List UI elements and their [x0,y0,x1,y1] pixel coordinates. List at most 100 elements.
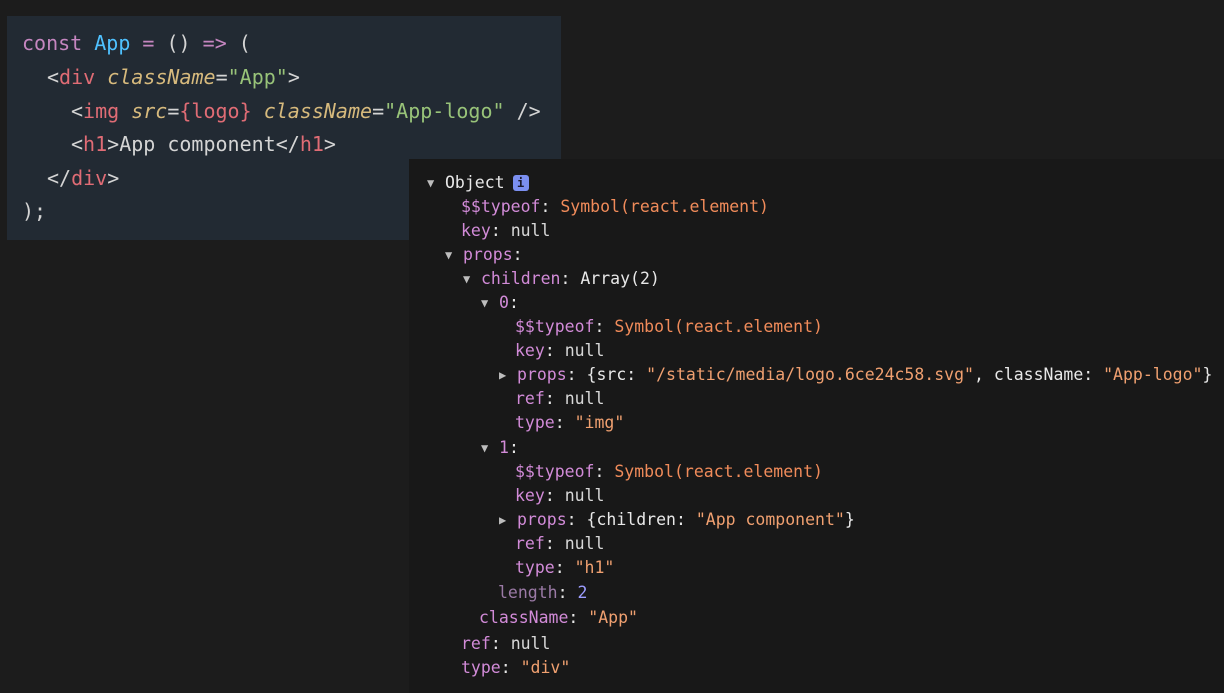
code-identifier: App [94,31,131,55]
prop-value: null [564,389,605,408]
code-string: "App-logo" [384,99,505,123]
prop-value: "h1" [574,558,615,577]
caret-down-icon[interactable]: ▼ [445,244,463,266]
root-label: Object [445,173,505,192]
prop-value: Array(2) [580,269,660,288]
array-index: 0 [499,293,509,312]
tree-row-classname: className: "App" [479,608,638,627]
prop-key: className [479,608,569,627]
code-punc: </ [47,166,72,190]
tree-row-type: type: "h1" [515,558,615,577]
tree-row-root[interactable]: ▼ Object i [427,172,529,194]
code-line-3: <img src={logo} className="App-logo" /> [71,99,541,123]
prop-value: null [510,221,551,240]
code-punc: < [71,132,84,156]
prop-key: props [517,510,567,529]
tree-row-key: key: null [515,341,605,360]
array-index: 1 [499,438,509,457]
prop-key: ref [515,389,545,408]
code-operator: = [130,31,167,55]
console-object-inspector: ▼ Object i $$typeof: Symbol(react.element)… [409,159,1224,693]
tree-row-ref: ref: null [515,389,605,408]
code-punc: < [71,99,84,123]
prop-key: type [515,413,555,432]
code-args: () [166,31,191,55]
tree-row-type: type: "div" [461,658,571,677]
code-string: "App" [227,65,288,89]
tree-row-children[interactable]: ▼ children: Array(2) [463,268,660,290]
prop-value: {src: [586,365,647,384]
code-line-1: const App = () => ( [22,31,251,55]
code-punc: > [107,166,120,190]
tree-row-props[interactable]: ▼ props: [445,244,523,266]
prop-value: Symbol(react.element) [614,462,823,481]
code-line-5: </div> [47,166,119,190]
tree-row-h1-props[interactable]: ▶ props: {children: "App component"} [499,509,855,531]
code-punc: > [287,65,300,89]
tree-row-key: key: null [515,486,605,505]
prop-value: "div" [520,658,571,677]
tree-row-length: length: 2 [498,583,588,602]
code-punc: = [167,99,180,123]
prop-key: length [498,583,558,602]
prop-value: "App" [588,608,638,627]
code-punc: ); [22,199,47,223]
tree-row-type: type: "img" [515,413,625,432]
caret-down-icon[interactable]: ▼ [481,437,499,459]
caret-down-icon[interactable]: ▼ [427,172,445,194]
tree-row-typeof: $$typeof: Symbol(react.element) [461,197,769,216]
code-keyword: const [22,31,83,55]
tree-row-img-props[interactable]: ▶ props: {src: "/static/media/logo.6ce24c… [499,364,1212,386]
prop-value: } [844,510,855,529]
code-punc: < [47,65,60,89]
tree-row-ref: ref: null [515,534,605,553]
prop-key: children [481,269,561,288]
code-punc: > [107,132,120,156]
prop-value: 2 [577,583,588,602]
prop-key: ref [461,634,491,653]
prop-key: type [461,658,501,677]
prop-key: key [461,221,491,240]
prop-key: type [515,558,555,577]
prop-value: {children: [586,510,696,529]
code-line-2: <div className="App"> [47,65,300,89]
code-attr: className [263,99,373,123]
code-tag: img [83,99,120,123]
prop-key: key [515,341,545,360]
prop-key: key [515,486,545,505]
code-paren: ( [238,31,251,55]
code-tag: h1 [299,132,324,156]
caret-down-icon[interactable]: ▼ [481,292,499,314]
code-expression: {logo} [179,99,252,123]
code-attr: className [107,65,216,89]
code-punc: = [372,99,385,123]
tree-row-index-0[interactable]: ▼ 0: [481,292,519,314]
prop-value: "/static/media/logo.6ce24c58.svg" [646,365,974,384]
code-tag: h1 [83,132,108,156]
caret-right-icon[interactable]: ▶ [499,509,517,531]
code-attr: src [131,99,168,123]
code-punc: > [323,132,336,156]
code-punc: </ [275,132,300,156]
prop-value: Symbol(react.element) [614,317,823,336]
caret-right-icon[interactable]: ▶ [499,364,517,386]
prop-value: null [564,341,605,360]
tree-row-typeof: $$typeof: Symbol(react.element) [515,317,823,336]
prop-value: null [564,486,605,505]
code-tag: div [59,65,96,89]
prop-value: Symbol(react.element) [560,197,769,216]
prop-value: "App-logo" [1103,365,1203,384]
prop-key: $$typeof [515,317,595,336]
prop-key: $$typeof [515,462,595,481]
prop-key: props [517,365,567,384]
code-line-6: ); [22,199,46,223]
prop-value: , className: [973,365,1104,384]
code-tag: div [71,166,108,190]
info-icon[interactable]: i [512,175,529,191]
tree-row-index-1[interactable]: ▼ 1: [481,437,519,459]
tree-row-typeof: $$typeof: Symbol(react.element) [515,462,823,481]
caret-down-icon[interactable]: ▼ [463,268,481,290]
tree-row-key: key: null [461,221,551,240]
prop-value: null [564,534,605,553]
code-line-4: <h1>App component</h1> [71,132,336,156]
